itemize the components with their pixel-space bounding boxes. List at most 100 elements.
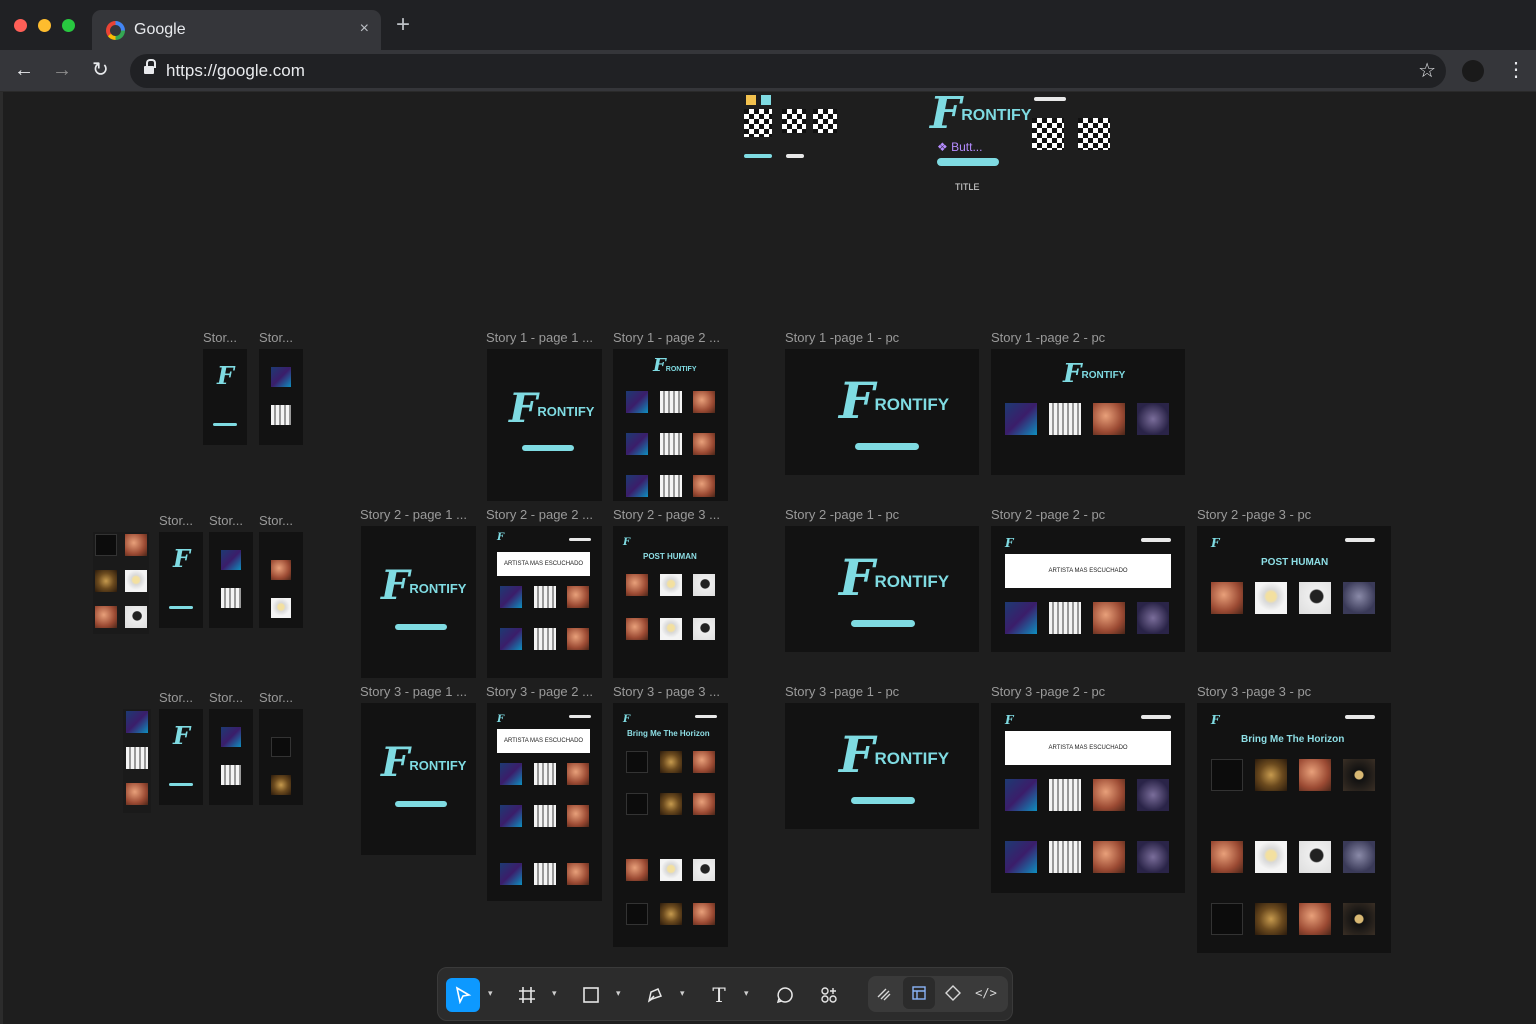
frame-label[interactable]: Story 2 -page 2 - pc xyxy=(991,507,1181,522)
frame-story1-page2[interactable]: FRONTIFY xyxy=(613,349,728,501)
chevron-down-icon[interactable]: ▾ xyxy=(552,988,557,999)
frame-story1-page1[interactable]: FRONTIFY xyxy=(487,349,602,501)
frame-label[interactable]: Story 3 - page 2 ... xyxy=(486,684,602,699)
frame-story2-mobile-1[interactable]: F xyxy=(159,532,203,628)
comment-tool-button[interactable] xyxy=(768,978,802,1012)
frame-story3-page3-pc[interactable]: F Bring Me The Horizon xyxy=(1197,703,1391,953)
image-placeholder[interactable] xyxy=(782,109,806,133)
draw-icon xyxy=(877,988,891,1001)
reload-button[interactable]: ↻ xyxy=(92,58,109,82)
frame-label[interactable]: Stor... xyxy=(159,690,201,705)
frame-label[interactable]: Story 1 -page 1 - pc xyxy=(785,330,975,345)
frame-story1-page1-pc[interactable]: FRONTIFY xyxy=(785,349,979,475)
frame-label[interactable]: Stor... xyxy=(159,513,201,528)
frame-story2-page3[interactable]: F POST HUMAN xyxy=(613,526,728,678)
tab-close-icon[interactable]: × xyxy=(360,20,369,38)
frame-label[interactable]: Stor... xyxy=(259,513,301,528)
frame-label[interactable]: Story 2 - page 3 ... xyxy=(613,507,729,522)
chevron-down-icon[interactable]: ▾ xyxy=(744,988,749,999)
frame-label[interactable]: Stor... xyxy=(203,330,245,345)
frame-story3-page3[interactable]: F Bring Me The Horizon xyxy=(613,703,728,947)
frame-label[interactable]: Story 1 - page 2 ... xyxy=(613,330,729,345)
frame-label[interactable]: Story 2 - page 1 ... xyxy=(360,507,476,522)
close-window-button[interactable] xyxy=(14,19,27,32)
frame-label[interactable]: Stor... xyxy=(209,513,251,528)
image-placeholder[interactable] xyxy=(744,109,772,137)
back-button[interactable]: ← xyxy=(14,58,34,82)
frame-story3-page2[interactable]: F ARTISTA MAS ESCUCHADO xyxy=(487,703,602,901)
frame-story3-mobile-1[interactable]: F xyxy=(159,709,203,805)
frame-story3-page1-pc[interactable]: FRONTIFY xyxy=(785,703,979,829)
pen-tool-button[interactable] xyxy=(638,978,672,1012)
frame-story2-page2[interactable]: F ARTISTA MAS ESCUCHADO xyxy=(487,526,602,678)
frame-story2-mobile-2[interactable] xyxy=(209,532,253,628)
frame-label[interactable]: Story 1 -page 2 - pc xyxy=(991,330,1181,345)
album-card-placeholder[interactable] xyxy=(1032,118,1064,150)
chevron-down-icon[interactable]: ▾ xyxy=(488,988,493,999)
move-tool-button[interactable] xyxy=(446,978,480,1012)
title-component[interactable]: TITLE xyxy=(955,182,980,192)
frame-story1-mobile-1[interactable]: F xyxy=(203,349,247,445)
url-text[interactable]: https://google.com xyxy=(166,61,305,81)
button-component-label[interactable]: ❖ Butt... xyxy=(937,140,982,154)
frame-tool-button[interactable] xyxy=(510,978,544,1012)
google-favicon-icon xyxy=(106,21,125,40)
frame-label[interactable]: Stor... xyxy=(259,690,301,705)
frame-label[interactable]: Story 3 - page 1 ... xyxy=(360,684,476,699)
text-pill-component[interactable] xyxy=(937,158,999,166)
frame-label[interactable]: Stor... xyxy=(209,690,251,705)
frame-story3-mobile-2[interactable] xyxy=(209,709,253,805)
forward-button[interactable]: → xyxy=(52,58,72,82)
browser-toolbar: ← → ↻ https://google.com ☆ ⋮ xyxy=(0,50,1536,92)
frame-label[interactable]: Story 2 - page 2 ... xyxy=(486,507,602,522)
frame-story2-page1-pc[interactable]: FRONTIFY xyxy=(785,526,979,652)
chevron-down-icon[interactable]: ▾ xyxy=(680,988,685,999)
frame-label[interactable]: Stor... xyxy=(259,330,301,345)
profile-avatar[interactable] xyxy=(1462,60,1484,82)
frame-label[interactable]: Story 3 -page 2 - pc xyxy=(991,684,1181,699)
frame-label[interactable]: Story 3 -page 1 - pc xyxy=(785,684,975,699)
frame-story2-page2-pc[interactable]: F ARTISTA MAS ESCUCHADO xyxy=(991,526,1185,652)
browser-menu-icon[interactable]: ⋮ xyxy=(1506,58,1526,82)
draw-mode-button[interactable] xyxy=(868,977,900,1009)
frame-story2-mobile-3[interactable] xyxy=(259,532,303,628)
rectangle-icon xyxy=(583,987,599,1003)
component-mode-button[interactable] xyxy=(937,977,969,1009)
minimize-window-button[interactable] xyxy=(38,19,51,32)
actions-icon xyxy=(821,987,837,1003)
frame-story2-page3-pc[interactable]: F POST HUMAN xyxy=(1197,526,1391,652)
tab-component[interactable] xyxy=(786,154,804,158)
image-placeholder[interactable] xyxy=(813,109,837,133)
button-component[interactable] xyxy=(744,154,772,158)
shape-tool-button[interactable] xyxy=(574,978,608,1012)
frame-story1-page2-pc[interactable]: FRONTIFY xyxy=(991,349,1185,475)
dev-mode-button[interactable]: </> xyxy=(970,977,1002,1009)
frame-story2-page1[interactable]: FRONTIFY xyxy=(361,526,476,678)
album-card-placeholder[interactable] xyxy=(1078,118,1110,150)
frame-story3-mobile-3[interactable] xyxy=(259,709,303,805)
actions-tool-button[interactable] xyxy=(812,978,846,1012)
frame-label[interactable]: Story 3 - page 3 ... xyxy=(613,684,729,699)
frame-story3-page2-pc[interactable]: F ARTISTA MAS ESCUCHADO xyxy=(991,703,1185,893)
left-ruler xyxy=(0,92,3,1024)
text-tool-button[interactable]: T xyxy=(702,978,736,1012)
logo-component[interactable]: FRONTIFY xyxy=(930,92,1031,136)
design-mode-button[interactable] xyxy=(903,977,935,1009)
address-bar[interactable]: https://google.com ☆ xyxy=(130,54,1446,88)
cursor-icon xyxy=(455,986,472,1004)
frame-label[interactable]: Story 3 -page 3 - pc xyxy=(1197,684,1387,699)
design-canvas[interactable]: FRONTIFY ❖ Butt... TITLE Stor... Stor...… xyxy=(0,92,1536,1024)
bookmark-star-icon[interactable]: ☆ xyxy=(1418,58,1436,83)
frame-label[interactable]: Story 2 -page 3 - pc xyxy=(1197,507,1387,522)
frame-label[interactable]: Story 2 -page 1 - pc xyxy=(785,507,975,522)
frame-story3-mobile-gallery[interactable] xyxy=(123,709,151,813)
maximize-window-button[interactable] xyxy=(62,19,75,32)
tab-component[interactable] xyxy=(1034,97,1066,101)
chevron-down-icon[interactable]: ▾ xyxy=(616,988,621,999)
frame-label[interactable]: Story 1 - page 1 ... xyxy=(486,330,602,345)
frame-story1-mobile-2[interactable] xyxy=(259,349,303,445)
frame-story2-mobile-gallery[interactable] xyxy=(93,532,149,634)
new-tab-button[interactable]: + xyxy=(396,13,410,37)
browser-tab[interactable]: Google × xyxy=(92,10,381,50)
frame-story3-page1[interactable]: FRONTIFY xyxy=(361,703,476,855)
